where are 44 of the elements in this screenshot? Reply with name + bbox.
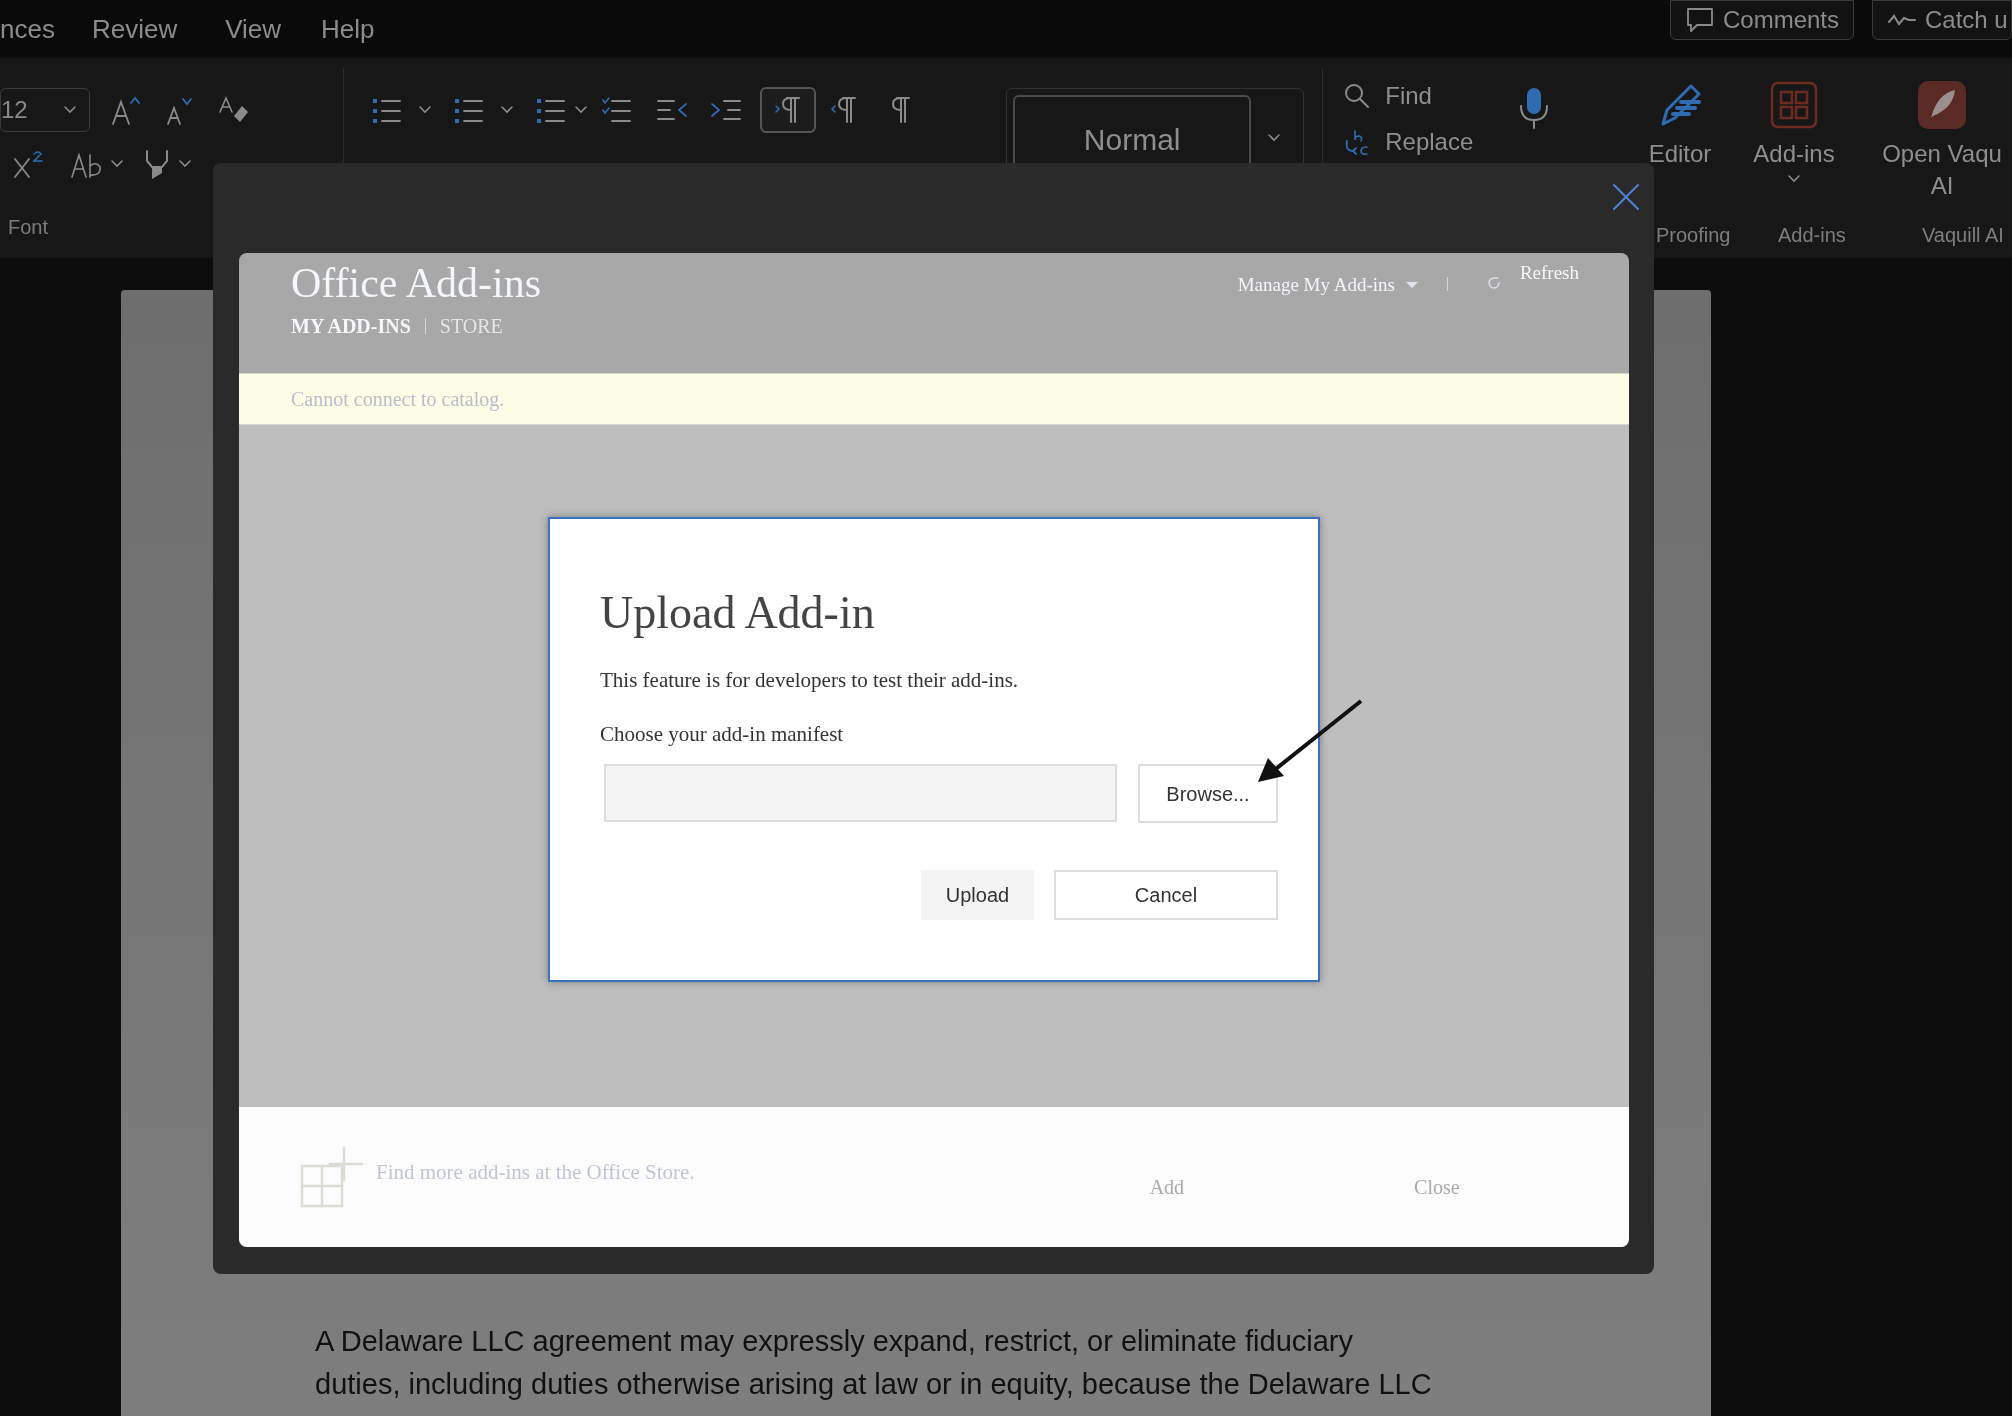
group-label: Font bbox=[8, 215, 50, 240]
cancel-button[interactable]: Cancel bbox=[1054, 870, 1278, 920]
feather-icon bbox=[1917, 80, 1967, 130]
browse-button[interactable]: Browse... bbox=[1138, 764, 1278, 823]
menu-tab[interactable]: View bbox=[225, 9, 282, 49]
font-size-dropdown[interactable]: 12 bbox=[0, 88, 90, 132]
menu-tab[interactable]: nces bbox=[0, 9, 55, 49]
chevron-down-icon[interactable] bbox=[178, 159, 192, 169]
search-icon bbox=[1343, 82, 1372, 110]
chevron-down-icon[interactable] bbox=[1787, 174, 1801, 184]
upload-button[interactable]: Upload bbox=[921, 870, 1034, 920]
notice-text: Cannot connect to catalog. bbox=[291, 387, 505, 413]
document-paragraph: A Delaware LLC agreement may expressly expand, restrict, or eliminate fiduciary duties, including duties otherwise arising at law or in equity, because the Delaware LLC bbox=[315, 1324, 1433, 1402]
menu-tab[interactable]: Help bbox=[321, 9, 375, 49]
find-button[interactable]: Find bbox=[1343, 78, 1498, 114]
comments-button[interactable]: Comments bbox=[1669, 0, 1854, 40]
description-text: This feature is for developers to test their add-ins. bbox=[600, 667, 1020, 694]
close-icon[interactable] bbox=[1612, 183, 1640, 211]
field-label: Choose your add-in manifest bbox=[600, 720, 845, 748]
replace-button[interactable]: Replace bbox=[1343, 124, 1498, 160]
pilcrow-arrow-icon bbox=[828, 94, 859, 126]
comment-icon bbox=[1684, 6, 1715, 34]
ribbon-command-button[interactable]: Open Vaqu AI bbox=[1882, 58, 2002, 202]
chevron-down-icon[interactable] bbox=[1267, 133, 1282, 143]
grow-font-icon[interactable] bbox=[110, 94, 142, 126]
group-label: Add-ins bbox=[1778, 223, 1846, 248]
group-label: Vaquill AI bbox=[1922, 223, 2004, 248]
chevron-down-icon[interactable] bbox=[417, 105, 432, 115]
chevron-down-icon[interactable] bbox=[573, 105, 588, 115]
group-label: Proofing bbox=[1656, 223, 1731, 248]
checklist-icon[interactable] bbox=[601, 95, 632, 125]
chevron-down-icon[interactable] bbox=[110, 159, 124, 169]
upload-title: Upload Add-in bbox=[600, 586, 876, 640]
left-to-right-button[interactable] bbox=[759, 87, 816, 133]
ribbon-command-button[interactable]: Editor bbox=[1648, 58, 1712, 170]
menu-tab[interactable]: Review bbox=[91, 9, 178, 49]
chevron-down-icon[interactable] bbox=[499, 105, 514, 115]
dialog-title: Office Add-ins bbox=[291, 259, 541, 307]
grid-icon bbox=[1769, 80, 1819, 130]
ribbon-command-button[interactable]: Add-ins bbox=[1753, 58, 1835, 184]
manifest-file-field[interactable] bbox=[604, 764, 1117, 822]
catch-up-button[interactable]: Catch u bbox=[1872, 0, 2012, 40]
pilcrow-arrow-icon bbox=[772, 94, 803, 126]
chevron-down-icon bbox=[63, 105, 77, 115]
